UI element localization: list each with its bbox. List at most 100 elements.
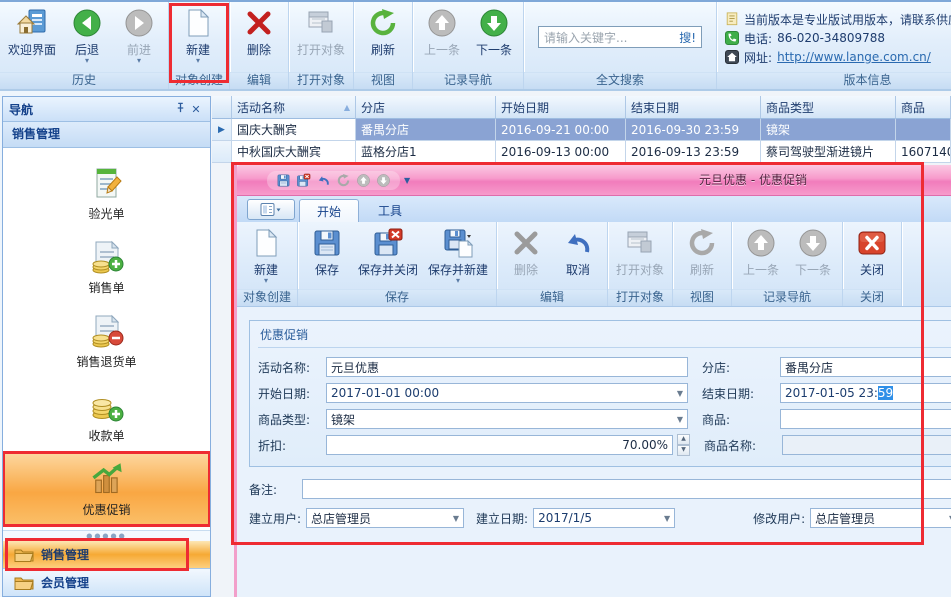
save-close-icon[interactable] [296,173,311,188]
end-date-input[interactable]: 2017-01-05 23:59 [780,383,951,403]
ribbon-group-0: 欢迎界面后退▾前进▾历史 [0,2,169,89]
tab-开始[interactable]: 开始 [299,199,359,222]
table-cell[interactable]: 镜架 [761,119,896,141]
ribbon-button-down[interactable]: 下一条 [468,4,520,72]
sidebar-splitter[interactable]: ●●●●● [3,530,210,541]
sidebar-folder-active[interactable]: 销售管理 [3,541,210,568]
dialog-ribbon-button-save-new[interactable]: 保存并新建▾ [423,224,493,289]
return-doc-icon [89,313,125,349]
chevron-down-icon[interactable]: ▼ [673,415,683,424]
fulltext-search-group: 请输入关键字... 搜! 全文搜索 [524,2,717,89]
redo-icon[interactable] [336,173,351,188]
end-date-label: 结束日期: [702,385,780,402]
website-link[interactable]: http://www.lange.com.cn/ [777,50,931,64]
row-selector[interactable] [212,141,232,163]
close-icon[interactable]: ✕ [188,103,204,116]
up-icon [745,227,777,259]
remark-input[interactable] [302,479,951,499]
home-icon [16,7,48,39]
button-label: 刷新 [371,41,395,58]
table-row[interactable]: 中秋国庆大酬宾蓝格分店12016-09-13 00:002016-09-13 2… [212,141,951,163]
dialog-ribbon-button-undo[interactable]: 取消 [552,224,604,289]
sidebar-item-receipt[interactable]: 收款单 [3,378,210,452]
dialog-titlebar[interactable]: ▼ 元旦优惠 - 优惠促销 [237,165,951,196]
created-by-input[interactable]: 总店管理员▼ [306,508,464,528]
phone-icon [725,31,739,45]
save-close-icon [372,227,404,259]
pin-icon[interactable] [172,102,188,116]
column-header-4[interactable]: 商品类型 [761,96,896,119]
receipt-icon [89,387,125,423]
table-cell[interactable]: 2016-09-21 00:00 [496,119,626,141]
modified-by-input[interactable]: 总店管理员▼ [810,508,951,528]
discount-spinner[interactable]: ▲▼ [677,434,690,456]
folder-icon [14,575,34,591]
sidebar-item-label: 收款单 [88,427,124,444]
table-cell[interactable]: 蔡司驾驶型渐进镜片 [761,141,896,163]
close-red-icon [856,227,888,259]
column-header-5[interactable]: 商品 [896,96,951,119]
search-button[interactable]: 搜! [679,29,696,46]
sidebar-item-return-doc[interactable]: 销售退货单 [3,304,210,378]
qat-dropdown-icon[interactable]: ▼ [404,176,410,185]
dialog-ribbon-button-close-red[interactable]: 关闭 [846,224,898,289]
dialog-ribbon-group-0: 新建▾对象创建 [237,222,298,306]
table-cell[interactable]: 2016-09-13 23:59 [626,141,761,163]
group-caption: 记录导航 [732,289,842,306]
table-cell[interactable]: 2016-09-30 23:59 [626,119,761,141]
navigation-sidebar: 导航 ✕ 销售管理 验光单销售单销售退货单收款单优惠促销 ●●●●● 销售管理会… [2,96,211,597]
row-selector[interactable]: ▶ [212,119,232,141]
dialog-ribbon-button-save[interactable]: 保存 [301,224,353,289]
ribbon-button-refresh[interactable]: 刷新 [357,4,409,72]
ribbon-button-back[interactable]: 后退▾ [61,4,113,72]
column-header-2[interactable]: 开始日期 [496,96,626,119]
created-date-input[interactable]: 2017/1/5▼ [533,508,675,528]
ribbon-button-home[interactable]: 欢迎界面 [3,4,61,72]
table-cell[interactable]: 2016-09-13 00:00 [496,141,626,163]
product-type-input[interactable]: 镜架▼ [326,409,688,429]
table-cell[interactable] [896,119,951,141]
next-record-icon[interactable] [376,173,391,188]
table-cell[interactable]: 国庆大酬宾 [232,119,356,141]
app-menu-button[interactable] [247,199,295,220]
undo-icon[interactable] [316,173,331,188]
sidebar-item-exam-doc[interactable]: 验光单 [3,156,210,230]
column-header-3[interactable]: 结束日期 [626,96,761,119]
table-row[interactable]: ▶国庆大酬宾番禺分店2016-09-21 00:002016-09-30 23:… [212,119,951,141]
table-cell[interactable]: 番禺分店 [356,119,496,141]
table-cell[interactable]: 蓝格分店1 [356,141,496,163]
spin-up-icon[interactable]: ▲ [677,434,690,445]
save-icon[interactable] [276,173,291,188]
table-cell[interactable]: 中秋国庆大酬宾 [232,141,356,163]
search-input[interactable]: 请输入关键字... 搜! [538,26,702,48]
dialog-ribbon-group-4: 刷新视图 [673,222,732,306]
open-icon [305,7,337,39]
ribbon-group-2: 删除编辑 [230,2,289,89]
ribbon-button-forward: 前进▾ [113,4,165,72]
ribbon-button-new-doc[interactable]: 新建▾ [172,4,224,72]
branch-input[interactable]: 番禺分店 [780,357,951,377]
spin-down-icon[interactable]: ▼ [677,445,690,456]
version-line: 当前版本是专业版试用版本，请联系供应商购买。 [725,10,951,28]
start-date-input[interactable]: 2017-01-01 00:00▼ [326,383,688,403]
button-label: 打开对象 [297,41,345,58]
activity-name-input[interactable]: 元旦优惠 [326,357,688,377]
discount-input[interactable]: 70.00% [326,435,673,455]
sidebar-folder-item[interactable]: 会员管理 [3,568,210,596]
table-cell[interactable]: 16071401 [896,141,951,163]
sidebar-item-label: 验光单 [88,205,124,222]
ribbon-button-delete[interactable]: 删除 [233,4,285,72]
column-header-1[interactable]: 分店 [356,96,496,119]
back-icon [71,7,103,39]
prev-record-icon[interactable] [356,173,371,188]
sidebar-item-sale-doc[interactable]: 销售单 [3,230,210,304]
dialog-ribbon-button-new-doc[interactable]: 新建▾ [240,224,292,289]
dialog-ribbon-button-refresh-gray: 刷新 [676,224,728,289]
column-header-label: 商品 [901,99,925,116]
column-header-0[interactable]: 活动名称▲ [232,96,356,119]
product-input[interactable] [780,409,951,429]
sidebar-item-chart-promo[interactable]: 优惠促销 [3,452,210,526]
tab-工具[interactable]: 工具 [361,199,419,222]
chevron-down-icon[interactable]: ▼ [673,389,683,398]
dialog-ribbon-button-save-close[interactable]: 保存并关闭 [353,224,423,289]
